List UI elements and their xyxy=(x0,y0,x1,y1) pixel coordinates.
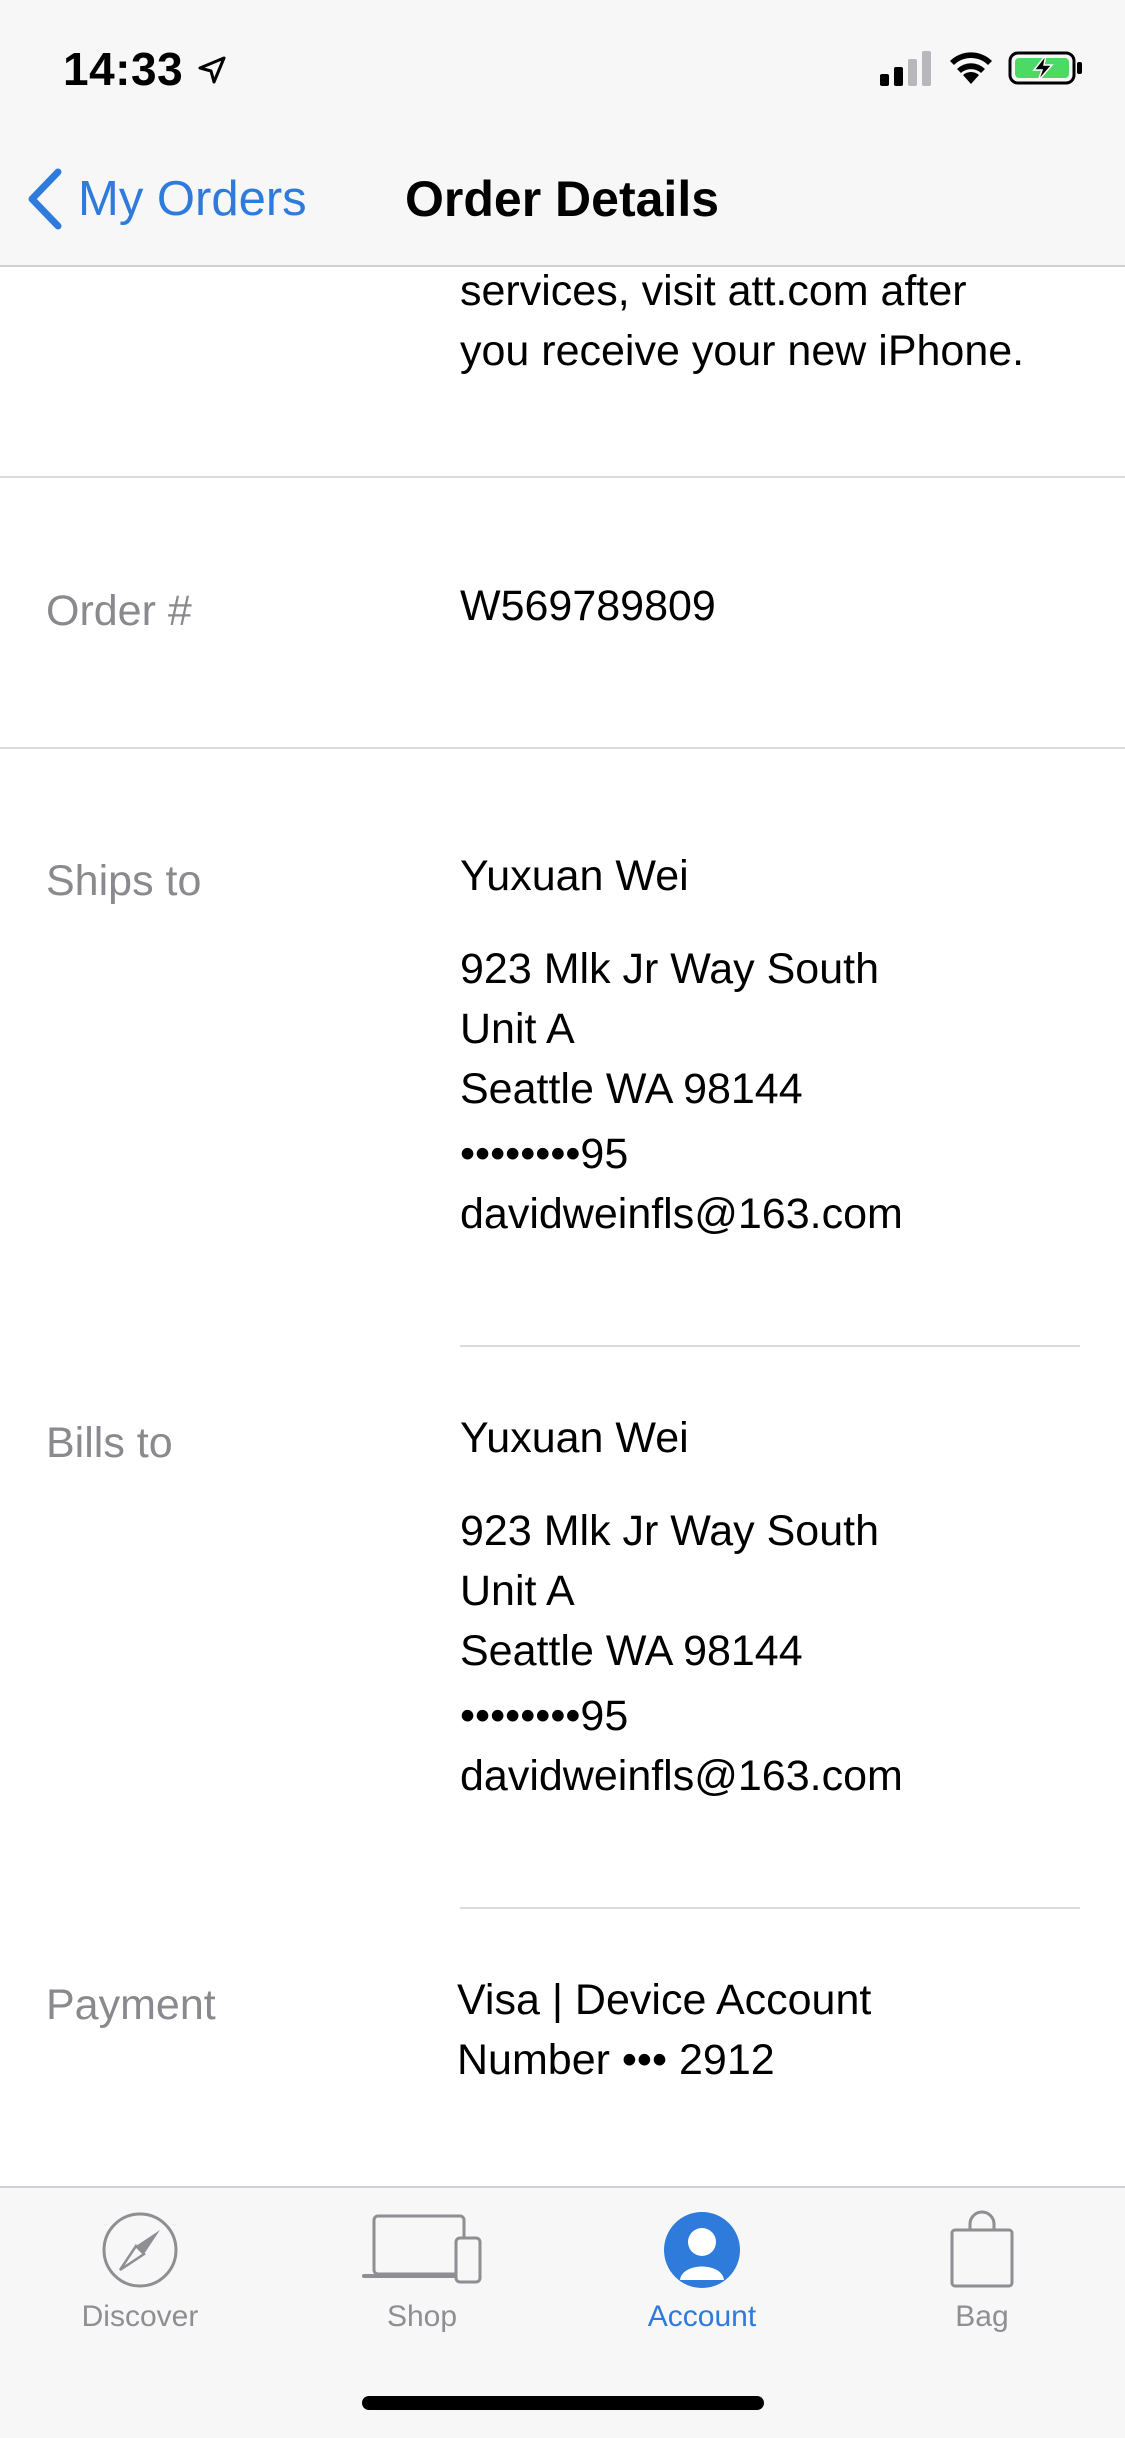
cellular-signal-icon xyxy=(880,51,931,86)
ships-to-name: Yuxuan Wei xyxy=(460,852,689,900)
ships-to-label: Ships to xyxy=(46,857,202,905)
address-line: Seattle WA 98144 xyxy=(460,1065,803,1113)
carrier-note-line: services, visit att.com after xyxy=(460,267,967,315)
carrier-note-line: you receive your new iPhone. xyxy=(460,327,1025,375)
tab-account[interactable]: Account xyxy=(602,2210,802,2334)
back-button-label: My Orders xyxy=(78,172,307,226)
bag-icon xyxy=(950,2210,1014,2288)
ships-to-address: 923 Mlk Jr Way South Unit A Seattle WA 9… xyxy=(460,939,879,1119)
bills-to-address: 923 Mlk Jr Way South Unit A Seattle WA 9… xyxy=(460,1501,879,1681)
page-title: Order Details xyxy=(405,171,720,227)
divider xyxy=(0,747,1125,749)
chevron-left-icon xyxy=(28,168,62,230)
home-indicator[interactable] xyxy=(362,2396,764,2410)
compass-icon xyxy=(102,2212,178,2288)
bills-to-name: Yuxuan Wei xyxy=(460,1414,689,1462)
divider xyxy=(460,1907,1080,1909)
email-address: davidweinfls@163.com xyxy=(460,1190,903,1238)
battery-charging-icon xyxy=(1008,51,1082,85)
tab-label: Shop xyxy=(386,2300,458,2333)
divider xyxy=(460,1345,1080,1347)
tab-shop[interactable]: Shop xyxy=(322,2210,522,2334)
email-address: davidweinfls@163.com xyxy=(460,1752,903,1800)
tab-label: Account xyxy=(647,2300,757,2333)
phone-number: ••••••••95 xyxy=(460,1130,629,1178)
order-details-content[interactable]: services, visit att.com after you receiv… xyxy=(0,267,1125,2187)
order-number-value: W569789809 xyxy=(460,582,716,630)
status-time: 14:33 xyxy=(63,43,184,95)
navigation-bar: My Orders Order Details xyxy=(0,132,1125,267)
back-button[interactable]: My Orders xyxy=(24,166,307,232)
tab-bag[interactable]: Bag xyxy=(882,2210,1082,2334)
address-line: 923 Mlk Jr Way South xyxy=(460,945,879,993)
tab-discover[interactable]: Discover xyxy=(40,2210,240,2334)
payment-label: Payment xyxy=(46,1981,216,2029)
ships-to-contact: ••••••••95 davidweinfls@163.com xyxy=(460,1124,903,1244)
payment-method: Visa | Device Account Number ••• 2912 xyxy=(457,1970,871,2090)
status-bar: 14:33 xyxy=(0,0,1125,132)
bills-to-label: Bills to xyxy=(46,1419,173,1467)
address-line: Unit A xyxy=(460,1567,575,1615)
bills-to-contact: ••••••••95 davidweinfls@163.com xyxy=(460,1686,903,1806)
location-arrow-icon xyxy=(198,56,226,84)
phone-number: ••••••••95 xyxy=(460,1692,629,1740)
carrier-note: services, visit att.com after you receiv… xyxy=(460,267,1024,381)
devices-icon xyxy=(362,2214,482,2284)
tab-label: Discover xyxy=(81,2300,199,2333)
tab-label: Bag xyxy=(955,2300,1009,2333)
account-icon xyxy=(664,2212,740,2288)
divider xyxy=(0,476,1125,478)
wifi-icon xyxy=(950,52,992,84)
address-line: 923 Mlk Jr Way South xyxy=(460,1507,879,1555)
address-line: Unit A xyxy=(460,1005,575,1053)
payment-line: Visa | Device Account xyxy=(457,1976,872,2024)
address-line: Seattle WA 98144 xyxy=(460,1627,803,1675)
payment-line: Number ••• 2912 xyxy=(457,2036,775,2084)
order-number-label: Order # xyxy=(46,587,192,635)
